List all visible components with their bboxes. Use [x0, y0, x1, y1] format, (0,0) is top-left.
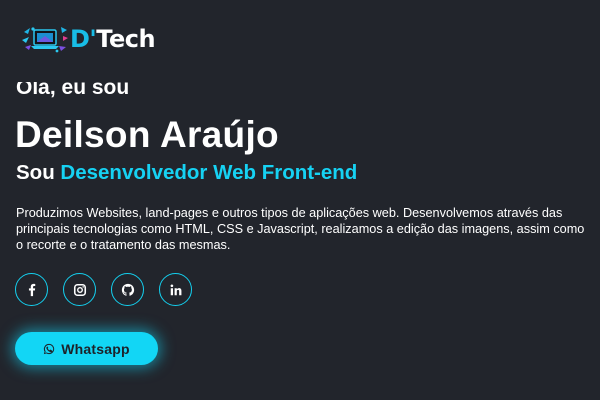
- facebook-icon: [25, 283, 39, 297]
- instagram-icon: [73, 283, 87, 297]
- laptop-logo-icon: [21, 24, 69, 54]
- whatsapp-icon: [43, 343, 55, 355]
- brand-logo[interactable]: D'Tech: [21, 24, 156, 54]
- hero-greeting: Olá, eu sou: [16, 82, 130, 99]
- linkedin-icon: [169, 283, 183, 297]
- github-link[interactable]: [111, 273, 144, 306]
- social-links: [15, 273, 192, 306]
- brand-letter: D': [70, 25, 97, 53]
- hero-role: Sou Desenvolvedor Web Front-end: [16, 161, 357, 185]
- hero-name: Deilson Araújo: [15, 114, 279, 155]
- hero-description: Produzimos Websites, land-pages e outros…: [16, 206, 585, 252]
- facebook-link[interactable]: [15, 273, 48, 306]
- whatsapp-button[interactable]: Whatsapp: [15, 332, 158, 365]
- role-prefix: Sou: [16, 161, 55, 184]
- github-icon: [121, 283, 135, 297]
- whatsapp-button-label: Whatsapp: [61, 340, 130, 357]
- brand-word: Tech: [96, 25, 156, 53]
- role-highlight: Desenvolvedor Web Front-end: [60, 161, 358, 184]
- landing-page: D'Tech Olá, eu sou Deilson Araújo Sou De…: [0, 0, 600, 400]
- instagram-link[interactable]: [63, 273, 96, 306]
- brand-wordmark: D'Tech: [70, 24, 156, 54]
- linkedin-link[interactable]: [159, 273, 192, 306]
